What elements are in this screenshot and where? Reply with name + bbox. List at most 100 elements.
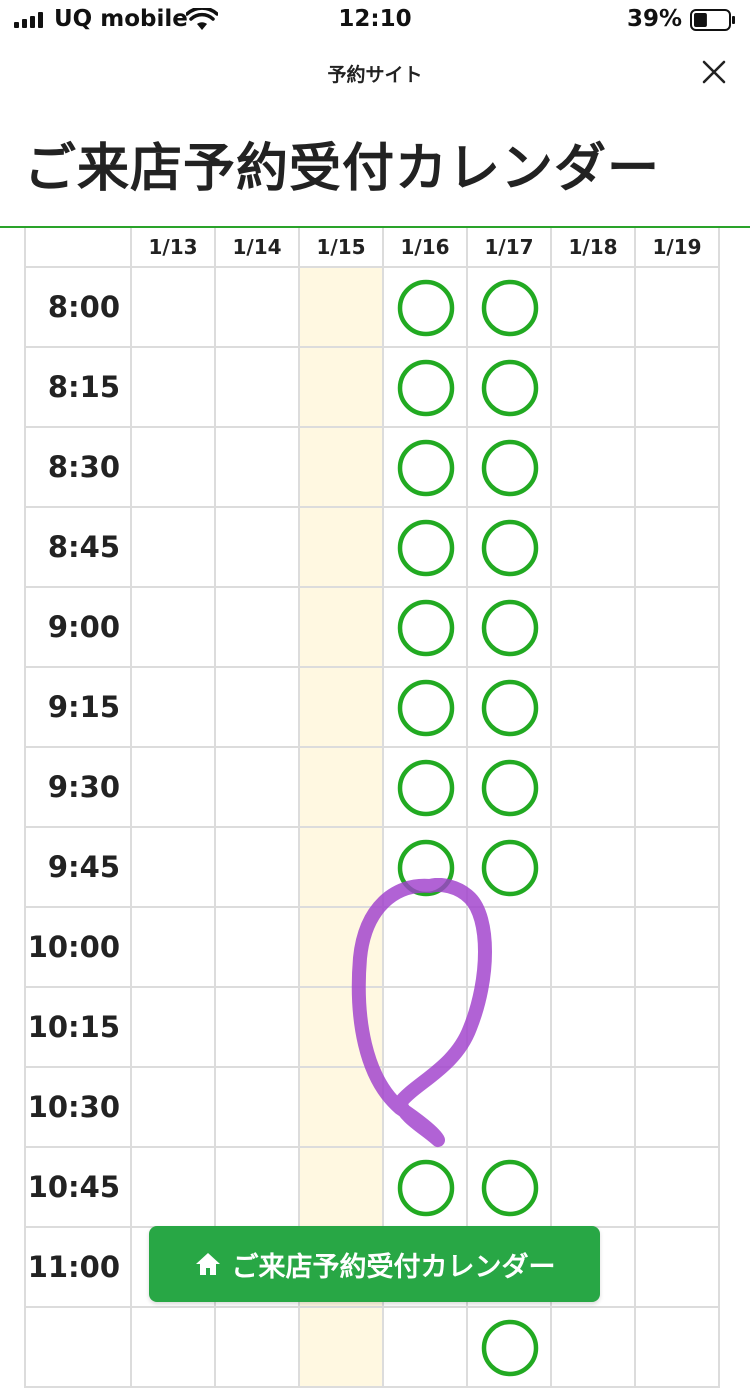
available-circle-icon[interactable] (481, 1319, 539, 1377)
date-header: 1/17 (468, 228, 552, 268)
time-slot-label: 9:30 (24, 748, 132, 828)
available-slot[interactable] (468, 268, 552, 348)
close-icon[interactable] (700, 58, 728, 86)
available-slot[interactable] (384, 1148, 468, 1228)
slot-cell (216, 1148, 300, 1228)
slot-cell (132, 428, 216, 508)
slot-cell (300, 588, 384, 668)
available-slot[interactable] (468, 1308, 552, 1388)
slot-cell (216, 428, 300, 508)
slot-cell (636, 348, 720, 428)
calendar-home-button-label: ご来店予約受付カレンダー (231, 1251, 556, 1283)
available-circle-icon[interactable] (481, 439, 539, 497)
available-slot[interactable] (384, 508, 468, 588)
slot-cell (552, 908, 636, 988)
slot-cell (636, 1308, 720, 1388)
available-slot[interactable] (384, 748, 468, 828)
available-slot[interactable] (468, 348, 552, 428)
slot-cell (300, 428, 384, 508)
slot-cell (132, 268, 216, 348)
slot-cell (468, 908, 552, 988)
available-slot[interactable] (468, 428, 552, 508)
slot-cell (552, 268, 636, 348)
available-circle-icon[interactable] (397, 759, 455, 817)
date-header: 1/19 (636, 228, 720, 268)
slot-cell (636, 1228, 720, 1308)
time-slot-label: 10:00 (24, 908, 132, 988)
available-circle-icon[interactable] (481, 519, 539, 577)
available-circle-icon[interactable] (481, 1159, 539, 1217)
slot-cell (636, 588, 720, 668)
available-slot[interactable] (468, 828, 552, 908)
slot-cell (552, 668, 636, 748)
available-circle-icon[interactable] (397, 1159, 455, 1217)
available-slot[interactable] (468, 1148, 552, 1228)
slot-cell (552, 348, 636, 428)
available-slot[interactable] (384, 428, 468, 508)
slot-cell (216, 348, 300, 428)
slot-cell (216, 268, 300, 348)
available-slot[interactable] (384, 668, 468, 748)
slot-cell (300, 908, 384, 988)
slot-cell (216, 828, 300, 908)
available-slot[interactable] (468, 588, 552, 668)
slot-cell (216, 908, 300, 988)
slot-cell (384, 908, 468, 988)
slot-cell (132, 588, 216, 668)
slot-cell (132, 1148, 216, 1228)
available-circle-icon[interactable] (481, 599, 539, 657)
available-circle-icon[interactable] (397, 839, 455, 897)
status-bar: UQ mobile 12:10 39% (0, 0, 750, 44)
available-circle-icon[interactable] (481, 679, 539, 737)
slot-cell (300, 748, 384, 828)
time-slot-label: 11:00 (24, 1228, 132, 1308)
calendar-home-button[interactable]: ご来店予約受付カレンダー (149, 1226, 600, 1302)
available-slot[interactable] (384, 348, 468, 428)
home-icon (195, 1253, 220, 1275)
available-circle-icon[interactable] (397, 439, 455, 497)
slot-cell (468, 988, 552, 1068)
slot-cell (636, 1068, 720, 1148)
available-slot[interactable] (384, 268, 468, 348)
date-header: 1/13 (132, 228, 216, 268)
available-circle-icon[interactable] (397, 359, 455, 417)
reservation-calendar: 1/13 1/14 1/15 1/16 1/17 1/18 1/19 8:00 8:15 8:30… (24, 228, 724, 1388)
slot-cell (300, 1068, 384, 1148)
slot-cell (132, 508, 216, 588)
available-circle-icon[interactable] (481, 839, 539, 897)
slot-cell (384, 1068, 468, 1148)
time-slot-label (24, 1308, 132, 1388)
slot-cell (552, 828, 636, 908)
slot-cell (468, 1068, 552, 1148)
slot-cell (216, 588, 300, 668)
battery-percent: 39% (626, 6, 682, 32)
available-slot[interactable] (468, 508, 552, 588)
slot-cell (300, 508, 384, 588)
time-slot-label: 8:45 (24, 508, 132, 588)
slot-cell (300, 988, 384, 1068)
available-circle-icon[interactable] (481, 279, 539, 337)
time-slot-label: 8:30 (24, 428, 132, 508)
site-title: 予約サイト (327, 64, 423, 86)
available-circle-icon[interactable] (481, 759, 539, 817)
slot-cell (384, 1308, 468, 1388)
time-slot-label: 10:15 (24, 988, 132, 1068)
available-circle-icon[interactable] (397, 679, 455, 737)
available-circle-icon[interactable] (481, 359, 539, 417)
slot-cell (216, 508, 300, 588)
available-slot[interactable] (468, 668, 552, 748)
available-circle-icon[interactable] (397, 279, 455, 337)
available-slot[interactable] (384, 828, 468, 908)
time-slot-label: 9:45 (24, 828, 132, 908)
available-circle-icon[interactable] (397, 519, 455, 577)
available-slot[interactable] (468, 748, 552, 828)
slot-cell (216, 988, 300, 1068)
slot-cell (384, 988, 468, 1068)
slot-cell (300, 1148, 384, 1228)
slot-cell (300, 1308, 384, 1388)
battery-icon (690, 9, 735, 31)
available-slot[interactable] (384, 588, 468, 668)
header-corner (24, 228, 132, 268)
slot-cell (636, 908, 720, 988)
available-circle-icon[interactable] (397, 599, 455, 657)
